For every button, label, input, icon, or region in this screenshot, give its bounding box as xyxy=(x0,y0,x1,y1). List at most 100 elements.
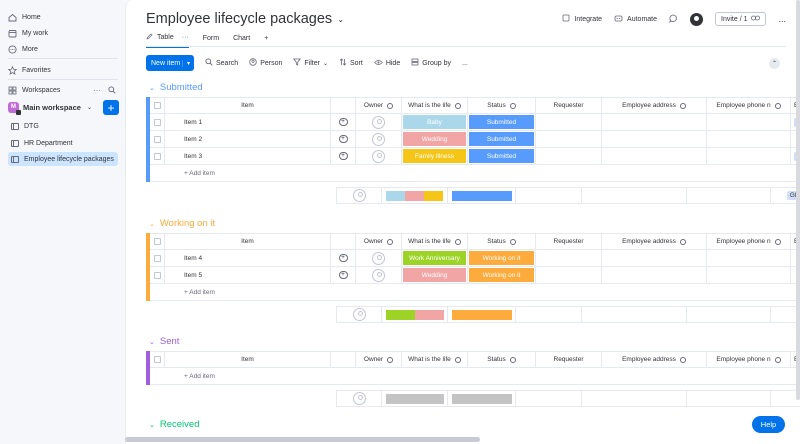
address-cell[interactable] xyxy=(602,114,707,131)
updates-cell[interactable]: + xyxy=(331,114,356,131)
add-item-input[interactable]: + Add item xyxy=(150,165,800,182)
column-header-life[interactable]: What is the life xyxy=(402,351,468,368)
column-header-life[interactable]: What is the life xyxy=(402,233,468,250)
updates-cell[interactable]: + xyxy=(331,267,356,284)
column-header-life[interactable]: What is the life xyxy=(402,97,468,114)
info-icon[interactable] xyxy=(454,238,461,245)
table-row[interactable]: Item 3+Family illnessSubmittedVeg xyxy=(150,148,800,165)
add-update-icon[interactable]: + xyxy=(338,135,348,143)
group-header[interactable]: ⌄ Sent xyxy=(149,336,179,347)
table-row[interactable]: Item 2 + Wedding Submitted xyxy=(150,131,800,148)
column-header-requester[interactable]: Requester xyxy=(536,351,602,368)
address-cell[interactable] xyxy=(602,131,707,148)
checkbox[interactable] xyxy=(153,238,161,245)
requester-cell[interactable] xyxy=(536,131,602,148)
requester-cell[interactable] xyxy=(536,250,602,267)
add-item-input[interactable]: + Add item xyxy=(150,368,800,385)
checkbox[interactable] xyxy=(153,356,161,363)
sort-button[interactable]: Sort xyxy=(339,58,363,68)
select-all-cell[interactable] xyxy=(150,233,165,250)
select-all-cell[interactable] xyxy=(150,351,165,368)
table-row[interactable]: Item 1+BabySubmittedGluten xyxy=(150,114,800,131)
checkbox[interactable] xyxy=(153,254,161,262)
chevron-down-icon[interactable]: ⌄ xyxy=(149,220,155,228)
chevron-down-icon[interactable]: ▾ xyxy=(182,59,194,67)
checkbox[interactable] xyxy=(153,102,161,109)
summary-status-cell[interactable] xyxy=(448,306,516,323)
chevron-down-icon[interactable]: ⌄ xyxy=(149,421,155,429)
group-header[interactable]: ⌄ Working on it xyxy=(149,218,215,229)
row-select-cell[interactable] xyxy=(150,267,165,284)
summary-status-cell[interactable] xyxy=(448,187,516,204)
status-label[interactable]: Submitted xyxy=(469,115,534,129)
row-select-cell[interactable] xyxy=(150,131,165,148)
more-options-button[interactable]: ... xyxy=(778,14,786,24)
column-header-phone[interactable]: Employee phone n xyxy=(707,351,791,368)
item-name-cell[interactable]: Item 4 xyxy=(165,250,331,267)
filter-button[interactable]: Filter ⌄ xyxy=(293,58,328,68)
summary-life-cell[interactable] xyxy=(382,187,448,204)
life-event-label[interactable]: Family illness xyxy=(403,149,466,163)
address-cell[interactable] xyxy=(602,148,707,165)
summary-life-cell[interactable] xyxy=(382,306,448,323)
column-header-status[interactable]: Status xyxy=(468,97,536,114)
phone-cell[interactable] xyxy=(707,250,791,267)
info-icon[interactable] xyxy=(774,238,781,245)
owner-cell[interactable] xyxy=(356,250,402,267)
item-name-cell[interactable]: Item 5 xyxy=(165,267,331,284)
board-title[interactable]: Employee lifecycle packages ⌄ xyxy=(146,11,344,27)
row-select-cell[interactable] xyxy=(150,148,165,165)
item-name-cell[interactable]: Item 3 xyxy=(165,148,331,165)
board-dtg[interactable]: DTG xyxy=(8,119,118,133)
column-header-address[interactable]: Employee address xyxy=(602,233,707,250)
info-icon[interactable] xyxy=(509,356,516,363)
info-icon[interactable] xyxy=(387,238,394,245)
owner-cell[interactable] xyxy=(356,267,402,284)
status-cell[interactable]: Submitted xyxy=(468,131,536,148)
row-select-cell[interactable] xyxy=(150,250,165,267)
info-icon[interactable] xyxy=(679,356,686,363)
info-icon[interactable] xyxy=(509,238,516,245)
checkbox[interactable] xyxy=(153,152,161,160)
hide-button[interactable]: Hide xyxy=(373,59,400,68)
chevron-down-icon[interactable]: ⌄ xyxy=(149,338,155,346)
column-header-phone[interactable]: Employee phone n xyxy=(707,97,791,114)
owner-cell[interactable] xyxy=(356,114,402,131)
owner-cell[interactable] xyxy=(356,131,402,148)
info-icon[interactable] xyxy=(454,102,461,109)
column-header-item[interactable]: Item xyxy=(165,233,331,250)
board-hr-department[interactable]: HR Department xyxy=(8,136,118,150)
status-label[interactable]: Working on it xyxy=(469,268,534,282)
status-label[interactable]: Submitted xyxy=(469,149,534,163)
life-event-cell[interactable]: Work Anniversary xyxy=(402,250,468,267)
nav-my-work[interactable]: My work xyxy=(8,27,48,40)
nav-favorites[interactable]: Favorites xyxy=(8,64,51,77)
address-cell[interactable] xyxy=(602,250,707,267)
add-update-icon[interactable]: + xyxy=(338,118,348,126)
row-select-cell[interactable] xyxy=(150,114,165,131)
info-icon[interactable] xyxy=(387,102,394,109)
life-event-label[interactable]: Wedding xyxy=(403,268,466,282)
info-icon[interactable] xyxy=(387,356,394,363)
item-name-cell[interactable]: Item 1 xyxy=(165,114,331,131)
nav-workspaces[interactable]: Workspaces xyxy=(8,84,120,97)
status-label[interactable]: Working on it xyxy=(469,251,534,265)
add-item-row[interactable]: + Add item xyxy=(150,165,800,182)
address-cell[interactable] xyxy=(602,267,707,284)
nav-home[interactable]: Home xyxy=(8,11,41,24)
board-employee-lifecycle[interactable]: Employee lifecycle packages xyxy=(8,152,118,166)
add-update-icon[interactable]: + xyxy=(338,254,348,262)
chevron-down-icon[interactable]: ⌄ xyxy=(149,84,155,92)
updates-cell[interactable]: + xyxy=(331,250,356,267)
column-header-item[interactable]: Item xyxy=(165,351,331,368)
help-button[interactable]: Help xyxy=(752,416,785,433)
info-icon[interactable] xyxy=(679,102,686,109)
column-header-address[interactable]: Employee address xyxy=(602,351,707,368)
search-icon[interactable] xyxy=(108,86,116,96)
toolbar-more-button[interactable]: ... xyxy=(462,60,468,67)
status-cell[interactable]: Submitted xyxy=(468,148,536,165)
checkbox[interactable] xyxy=(153,118,161,126)
requester-cell[interactable] xyxy=(536,114,602,131)
column-header-status[interactable]: Status xyxy=(468,233,536,250)
info-icon[interactable] xyxy=(679,238,686,245)
